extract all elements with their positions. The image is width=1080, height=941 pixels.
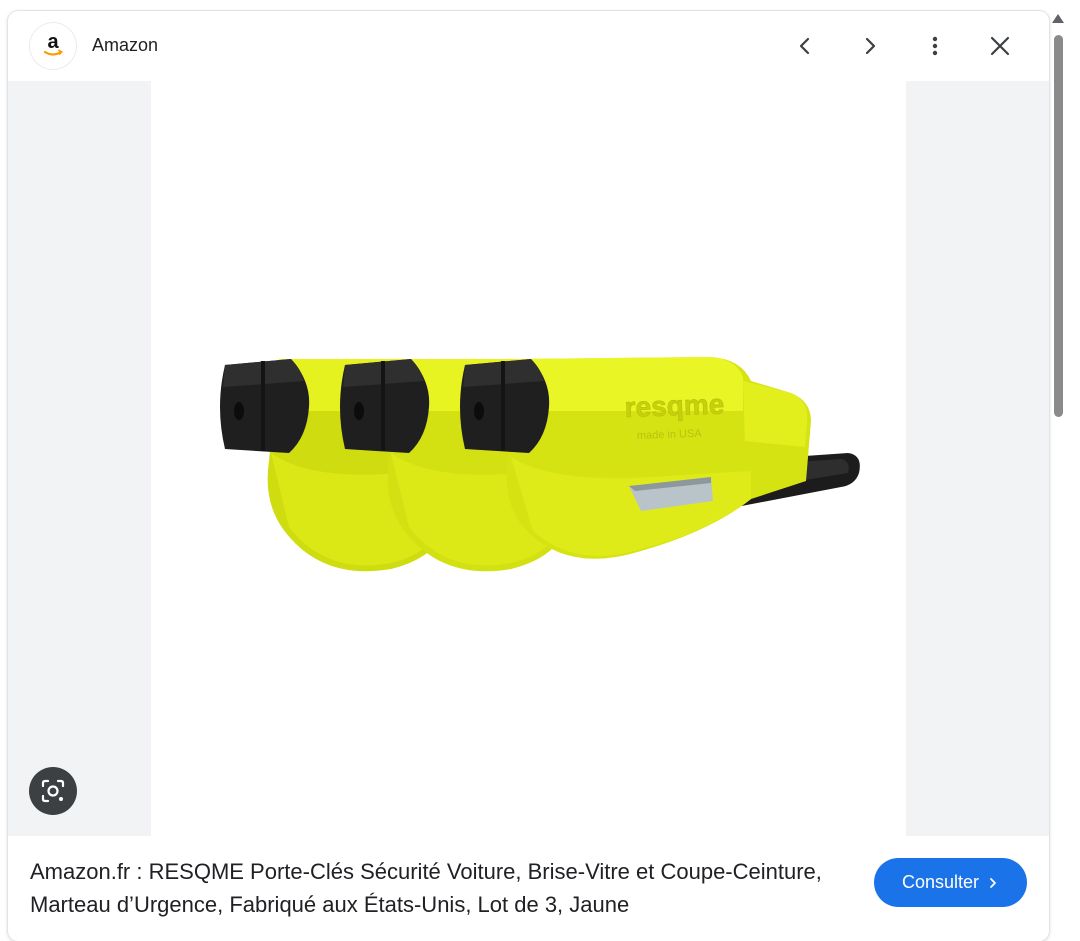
- image-preview-panel: a Amazon resqme made in USA Amazon.fr: …: [8, 11, 1049, 941]
- product-image[interactable]: resqme made in USA: [151, 81, 906, 836]
- product-illustration: resqme made in USA: [220, 357, 860, 572]
- more-vert-icon: [932, 36, 938, 56]
- scroll-up-arrow-icon[interactable]: [1052, 14, 1064, 23]
- consult-button-label: Consulter: [901, 872, 980, 892]
- hammer-cap-2: [340, 359, 430, 453]
- chevron-right-icon: [865, 37, 876, 55]
- resqme-unit-3: resqme made in USA: [506, 357, 811, 559]
- svg-text:a: a: [47, 31, 59, 53]
- lens-search-icon: [41, 779, 65, 803]
- hammer-cap-3: [460, 359, 550, 453]
- previous-image-button[interactable]: [783, 24, 827, 68]
- amazon-logo-icon: a: [43, 31, 63, 56]
- chevron-right-icon: [987, 877, 999, 889]
- image-area: resqme made in USA: [8, 81, 1049, 836]
- consult-button[interactable]: Consulter: [874, 858, 1027, 907]
- hammer-cap-1: [220, 359, 310, 453]
- scroll-thumb[interactable]: [1054, 35, 1063, 417]
- embossed-brand-text: resqme: [624, 389, 725, 423]
- more-options-button[interactable]: [913, 24, 957, 68]
- next-image-button[interactable]: [848, 24, 892, 68]
- chevron-left-icon: [799, 37, 810, 55]
- embossed-made-in-text: made in USA: [637, 428, 703, 442]
- amazon-logo[interactable]: a: [30, 23, 76, 69]
- close-icon: [990, 36, 1010, 56]
- source-name[interactable]: Amazon: [92, 35, 158, 56]
- preview-header: a Amazon: [8, 11, 1049, 81]
- image-caption[interactable]: Amazon.fr : RESQME Porte-Clés Sécurité V…: [30, 855, 830, 921]
- close-button[interactable]: [978, 24, 1022, 68]
- lens-search-button[interactable]: [29, 767, 77, 815]
